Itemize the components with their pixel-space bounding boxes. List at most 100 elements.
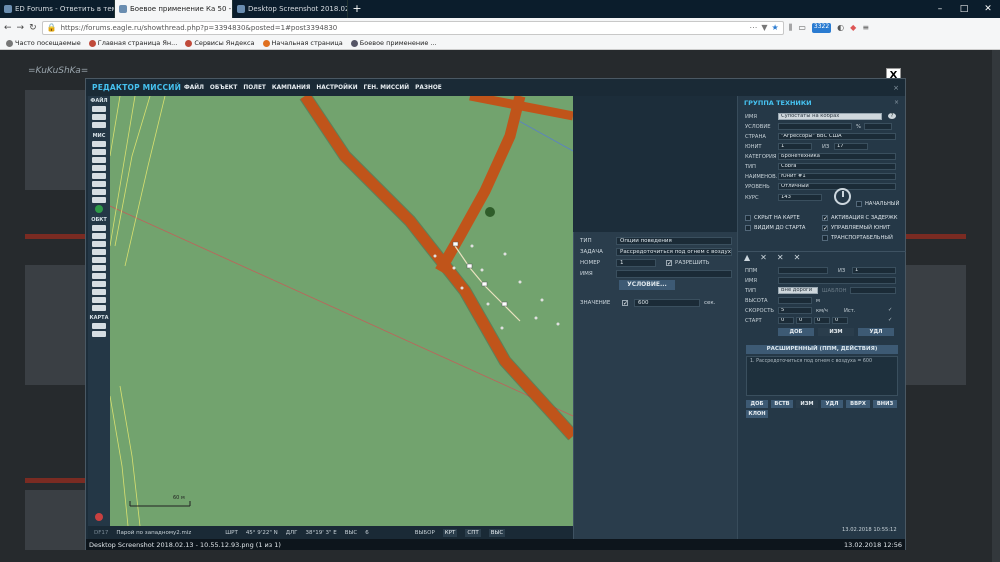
waypoint-select[interactable] [778, 267, 828, 274]
trigger-name-field[interactable] [616, 270, 732, 278]
category-select[interactable]: Бронетехника [778, 153, 896, 160]
new-file-icon[interactable] [92, 106, 106, 112]
list-insert-button[interactable]: ВСТВ [771, 400, 793, 408]
vehicle-dot-icon[interactable] [460, 286, 464, 290]
vehicle-dot-icon[interactable] [433, 254, 437, 258]
vehicle-dot-icon[interactable] [503, 252, 507, 256]
help-icon[interactable]: ? [888, 113, 896, 119]
unit-marker-icon[interactable] [501, 301, 508, 307]
trigger-zone-icon[interactable] [92, 273, 106, 279]
late-activation-checkbox[interactable]: ✓ АКТИВАЦИЯ С ЗАДЕРЖК [822, 215, 897, 222]
trigger-value-check[interactable]: ✓ [622, 300, 631, 307]
vehicle-dot-icon[interactable] [534, 316, 538, 320]
unit-marker-icon[interactable] [452, 241, 459, 247]
menu-misc[interactable]: РАЗНОЕ [415, 85, 442, 91]
bookmark-item[interactable]: Начальная страница [262, 39, 343, 47]
visible-before-start-checkbox[interactable]: ВИДИМ ДО СТАРТА [745, 225, 805, 231]
hidden-on-map-checkbox[interactable]: СКРЫТ НА КАРТЕ [745, 215, 800, 221]
nav-point-icon[interactable] [92, 281, 106, 287]
mission-tool-icon[interactable] [92, 173, 106, 179]
extension-badge[interactable]: 3322 [811, 22, 832, 33]
back-icon[interactable]: ← [4, 23, 12, 33]
target-icon[interactable]: ✕ [760, 253, 767, 262]
mission-tool-icon[interactable] [92, 165, 106, 171]
add-waypoint-button[interactable]: ДОБ [778, 328, 814, 336]
waypoint-total-field[interactable]: 1 [852, 267, 896, 274]
clone-button[interactable]: КЛОН [746, 410, 768, 418]
list-delete-button[interactable]: УДЛ [821, 400, 843, 408]
target-icon[interactable]: ✕ [777, 253, 784, 262]
group-name-field[interactable]: Супостаты на кобрах [778, 113, 882, 120]
sidebar-icon[interactable]: ▭ [798, 23, 806, 33]
list-down-button[interactable]: ВНИЗ [873, 400, 897, 408]
map-measure-icon[interactable] [92, 331, 106, 337]
checkbox-icon[interactable] [822, 235, 828, 241]
waypoint-type-select[interactable]: Вне дороги [778, 287, 818, 294]
vehicle-dot-icon[interactable] [480, 268, 484, 272]
player-controlled-checkbox[interactable]: ✓ УПРАВЛЯЕМЫЙ ЮНИТ [822, 225, 890, 232]
bookmark-item[interactable]: Часто посещаемые [6, 39, 81, 47]
list-up-button[interactable]: ВВРХ [846, 400, 870, 408]
delete-waypoint-button[interactable]: УДЛ [858, 328, 894, 336]
bookmark-item[interactable]: Главная страница Ян... [88, 39, 177, 47]
start-sec-field[interactable]: 0 [832, 317, 848, 324]
status-sat-button[interactable]: СПТ [465, 528, 481, 537]
start-hour-field[interactable]: 0 [796, 317, 812, 324]
mission-tool-icon[interactable] [92, 157, 106, 163]
ship-icon[interactable] [92, 241, 106, 247]
start-min-field[interactable]: 0 [814, 317, 830, 324]
start-day-field[interactable]: 0 [778, 317, 794, 324]
trigger-task-select[interactable]: Рассредоточиться под огнем с воздуха [616, 248, 732, 256]
trigger-number-field[interactable]: 1 [616, 259, 656, 267]
route-icon[interactable]: ▲ [744, 253, 750, 262]
unit-number-field[interactable]: 1 [778, 143, 812, 150]
editor-close-icon[interactable]: × [893, 84, 899, 92]
check-icon[interactable]: ✓ [822, 215, 828, 222]
help-icon[interactable] [95, 205, 103, 213]
window-close-icon[interactable]: ✕ [976, 0, 1000, 18]
vehicle-dot-icon[interactable] [470, 244, 474, 248]
check-icon[interactable]: ✓ [888, 307, 892, 313]
check-icon[interactable]: ✓ [622, 300, 628, 307]
percent-field[interactable] [864, 123, 892, 130]
minimize-icon[interactable]: – [928, 0, 952, 18]
vehicle-dot-icon[interactable] [556, 322, 560, 326]
transportable-checkbox[interactable]: ТРАНСПОРТАБЕЛЬНЫЙ [822, 235, 893, 241]
list-edit-button[interactable]: ИЗМ [796, 400, 818, 408]
mission-tool-icon[interactable] [92, 141, 106, 147]
unit-marker-icon[interactable] [481, 281, 488, 287]
bookmark-item[interactable]: Боевое применение ... [350, 39, 437, 47]
panel-close-icon[interactable]: × [894, 99, 899, 106]
menu-mission-gen[interactable]: ГЕН. МИССИЙ [364, 85, 410, 91]
airfield-icon[interactable] [92, 289, 106, 295]
naming-field[interactable]: Юнит #1 [778, 173, 896, 180]
trigger-value-field[interactable]: 600 [634, 299, 700, 307]
status-map-button[interactable]: КРТ [442, 528, 458, 537]
actions-list[interactable]: 1. Рассредоточиться под огнем с воздуха … [746, 356, 898, 396]
country-select[interactable]: "Агрессоры" ВВС США [778, 133, 896, 140]
mission-tool-icon[interactable] [92, 197, 106, 203]
browser-tab-ed-forums[interactable]: ED Forums - Ответить в теме× [0, 0, 115, 18]
url-bar[interactable]: 🔒 https://forums.eagle.ru/showthread.php… [41, 20, 784, 35]
extension-icon-2[interactable]: ◆ [850, 23, 856, 33]
open-file-icon[interactable] [92, 114, 106, 120]
vehicle-dot-icon[interactable] [486, 302, 490, 306]
mission-tool-icon[interactable] [92, 189, 106, 195]
target-icon[interactable]: ✕ [794, 253, 801, 262]
vehicle-dot-icon[interactable] [518, 280, 522, 284]
list-item[interactable]: 1. Рассредоточиться под огнем с воздуха … [750, 359, 894, 364]
menu-object[interactable]: ОБЪЕКТ [210, 85, 237, 91]
bookmark-item[interactable]: Сервисы Яндекса [185, 39, 255, 47]
library-icon[interactable]: ⫼ [789, 23, 793, 33]
map-ruler-icon[interactable] [92, 323, 106, 329]
bookmark-star-icon[interactable]: ★ [771, 23, 778, 32]
list-add-button[interactable]: ДОБ [746, 400, 768, 408]
menu-flight[interactable]: ПОЛЕТ [243, 85, 266, 91]
check-icon[interactable]: ✓ [822, 225, 828, 232]
menu-icon[interactable]: ≡ [862, 23, 869, 33]
menu-campaign[interactable]: КАМПАНИЯ [272, 85, 311, 91]
record-icon[interactable] [95, 513, 103, 521]
browser-tab-ka50[interactable]: Боевое применение Ка 50 - С× [115, 0, 233, 18]
trigger-type-select[interactable]: Опции поведения [616, 237, 732, 245]
reload-icon[interactable]: ↻ [29, 23, 37, 33]
